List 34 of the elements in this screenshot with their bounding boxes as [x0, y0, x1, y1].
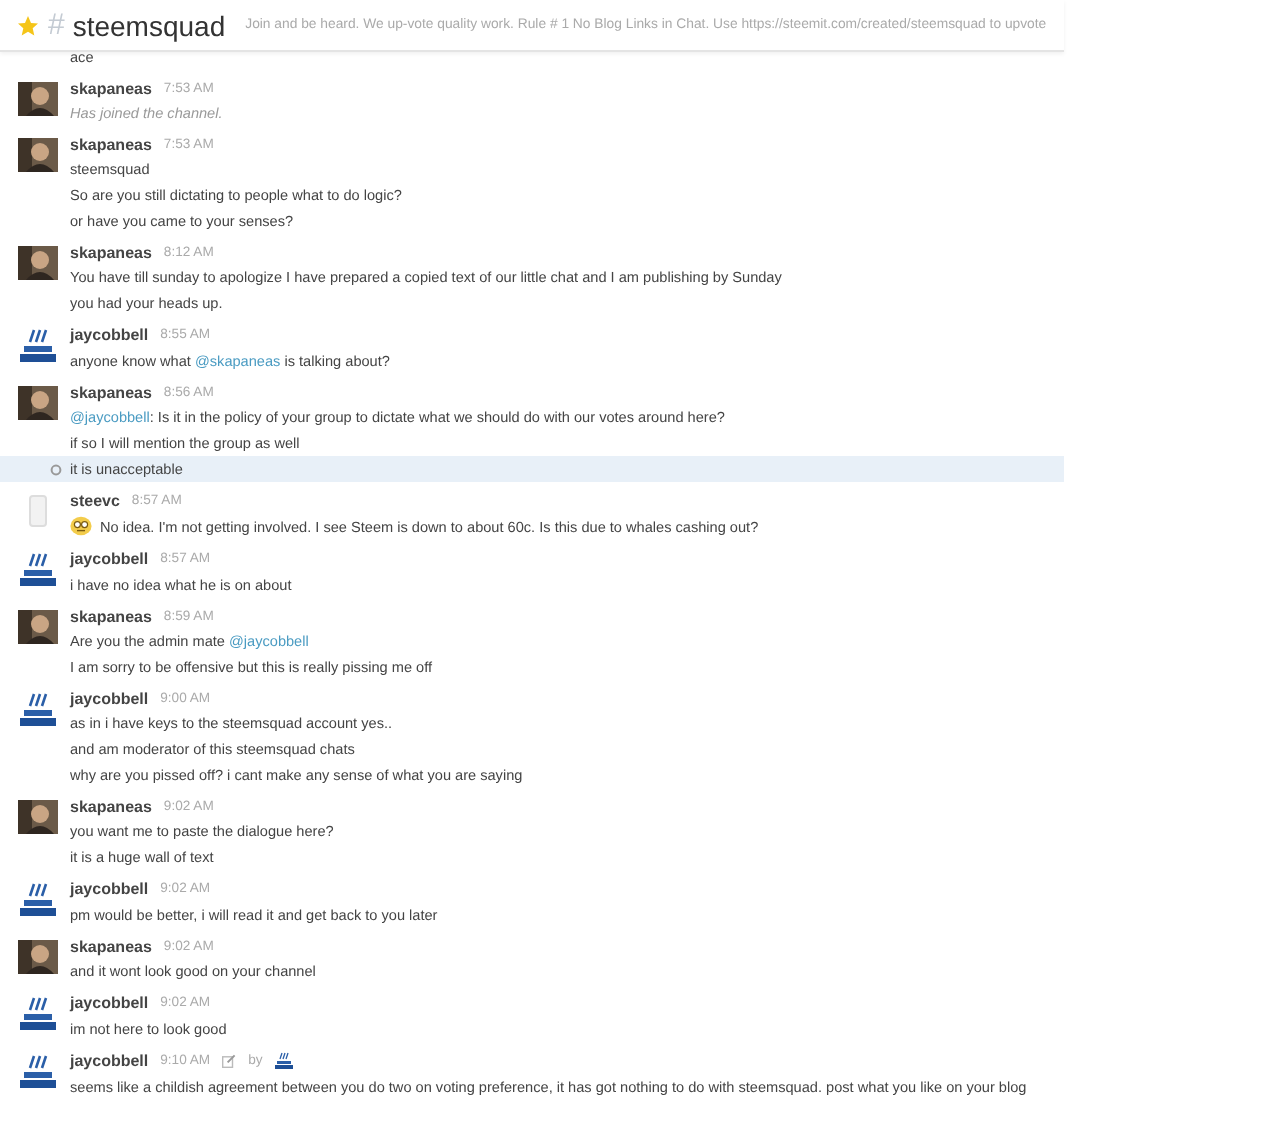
avatar-icon — [18, 386, 58, 420]
avatar-icon — [18, 800, 58, 834]
author-name[interactable]: skapaneas — [70, 244, 152, 262]
author-name[interactable]: jaycobbell — [70, 690, 149, 708]
edit-icon — [222, 1054, 237, 1068]
author-name[interactable]: jaycobbell — [70, 880, 149, 898]
squad-logo-icon — [18, 328, 58, 364]
author-name[interactable]: jaycobbell — [70, 1052, 149, 1070]
author-name[interactable]: skapaneas — [70, 938, 152, 956]
squad-logo-icon — [18, 996, 58, 1032]
avatar-icon — [18, 138, 58, 172]
avatar-icon — [18, 610, 58, 644]
author-name[interactable]: steevc — [70, 492, 120, 510]
author-name[interactable]: jaycobbell — [70, 550, 149, 568]
author-name[interactable]: skapaneas — [70, 80, 152, 98]
squad-logo-icon — [18, 1054, 58, 1090]
squad-logo-icon — [18, 552, 58, 588]
author-name[interactable]: skapaneas — [70, 798, 152, 816]
hash-symbol: # — [48, 8, 65, 42]
squad-logo-icon — [18, 692, 58, 728]
circle-icon[interactable] — [50, 463, 62, 475]
avatar-icon — [18, 246, 58, 280]
face-icon — [70, 516, 92, 536]
author-name[interactable]: skapaneas — [70, 608, 152, 626]
author-name[interactable]: skapaneas — [70, 384, 152, 402]
author-name[interactable]: jaycobbell — [70, 994, 149, 1012]
squad-logo-icon — [18, 882, 58, 918]
channel-name: steemsquad — [72, 9, 226, 41]
squad-logo-icon — [274, 1052, 295, 1070]
author-name[interactable]: skapaneas — [70, 136, 152, 154]
avatar-icon — [18, 82, 58, 116]
author-name[interactable]: jaycobbell — [70, 326, 149, 344]
star-icon[interactable] — [16, 13, 40, 37]
avatar-icon — [18, 940, 58, 974]
